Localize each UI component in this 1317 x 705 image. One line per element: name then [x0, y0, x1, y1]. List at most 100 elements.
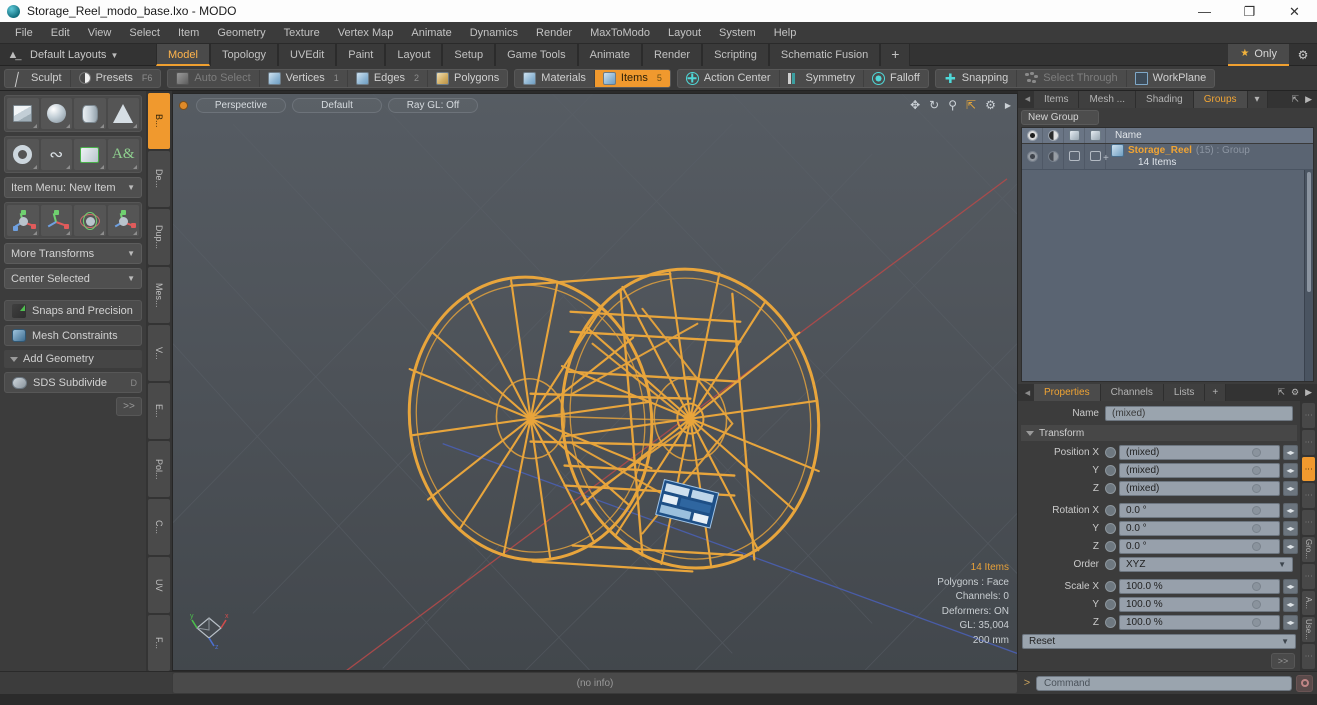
transform-tool-button[interactable]: [107, 205, 139, 236]
fit-icon[interactable]: ⇱: [966, 98, 976, 112]
menu-help[interactable]: Help: [765, 22, 806, 44]
3d-viewport[interactable]: Perspective Default Ray GL: Off ✥ ↻ ⚲ ⇱ …: [172, 93, 1018, 671]
menu-texture[interactable]: Texture: [275, 22, 329, 44]
tab-mesh[interactable]: Mesh ...: [1079, 91, 1137, 108]
move-tool-button[interactable]: [7, 205, 39, 236]
eye-icon[interactable]: [1022, 127, 1043, 143]
rotation-y-radio[interactable]: [1105, 523, 1116, 534]
tab-topology[interactable]: Topology: [209, 43, 279, 66]
panel-menu-icon[interactable]: ◀: [1021, 91, 1034, 108]
rotation-z-field[interactable]: 0.0 °: [1119, 539, 1280, 554]
items-button[interactable]: Items 5: [594, 69, 670, 87]
row-eye-toggle[interactable]: [1022, 143, 1043, 169]
keyframe-dot-icon[interactable]: [1252, 600, 1261, 609]
menu-select[interactable]: Select: [120, 22, 169, 44]
home-icon[interactable]: ▲̲: [0, 44, 26, 66]
scale-x-field[interactable]: 100.0 %: [1119, 579, 1280, 594]
menu-view[interactable]: View: [79, 22, 121, 44]
left-panel-more-button[interactable]: >>: [116, 397, 142, 416]
keyframe-dot-icon[interactable]: [1252, 466, 1261, 475]
sphere-primitive-button[interactable]: [40, 98, 72, 129]
only-toggle-button[interactable]: ★ Only: [1228, 43, 1289, 66]
gear-icon[interactable]: ⚙: [985, 98, 996, 112]
more-transforms-dropdown[interactable]: More Transforms ▼: [4, 243, 142, 264]
tab-scripting[interactable]: Scripting: [702, 43, 769, 66]
vtab-mesh[interactable]: Mes...: [148, 267, 170, 323]
mesh-constraints-button[interactable]: Mesh Constraints: [4, 325, 142, 346]
add-geometry-section[interactable]: Add Geometry: [4, 350, 142, 368]
presets-button[interactable]: Presets F6: [71, 70, 161, 87]
tab-setup[interactable]: Setup: [442, 43, 496, 66]
select-through-button[interactable]: Select Through: [1017, 69, 1127, 87]
scale-z-stepper[interactable]: ◂▸: [1283, 615, 1298, 630]
rotation-x-radio[interactable]: [1105, 505, 1116, 516]
menu-maxtomodo[interactable]: MaxToModo: [581, 22, 659, 44]
viewport-menu-dot-icon[interactable]: [179, 100, 188, 110]
expand-icon[interactable]: ⇱: [1292, 94, 1300, 105]
position-x-radio[interactable]: [1105, 447, 1116, 458]
materials-button[interactable]: Materials: [515, 69, 595, 87]
cylinder-primitive-button[interactable]: [74, 98, 106, 129]
vtab-edge[interactable]: E...: [148, 383, 170, 439]
rvtab-9[interactable]: ⋮: [1302, 644, 1315, 669]
action-center-button[interactable]: Action Center: [678, 69, 780, 87]
close-button[interactable]: ✕: [1272, 0, 1317, 22]
scale-z-field[interactable]: 100.0 %: [1119, 615, 1280, 630]
rotation-y-stepper[interactable]: ◂▸: [1283, 521, 1298, 536]
snaps-and-precision-button[interactable]: Snaps and Precision: [4, 300, 142, 321]
position-y-radio[interactable]: [1105, 465, 1116, 476]
tab-channels[interactable]: Channels: [1100, 384, 1164, 401]
sds-subdivide-button[interactable]: SDS Subdivide D: [4, 372, 142, 393]
viewport-raygl-selector[interactable]: Ray GL: Off: [388, 97, 478, 113]
vtab-basic[interactable]: B...: [148, 93, 170, 149]
position-x-field[interactable]: (mixed): [1119, 445, 1280, 460]
center-selected-dropdown[interactable]: Center Selected ▼: [4, 268, 142, 289]
rvtab-4[interactable]: ⋮: [1302, 510, 1315, 535]
render-icon[interactable]: [1043, 127, 1064, 143]
rotation-z-radio[interactable]: [1105, 541, 1116, 552]
text-primitive-button[interactable]: A&: [107, 139, 139, 170]
tab-layout[interactable]: Layout: [385, 43, 443, 66]
gear-icon[interactable]: ⚙: [1291, 387, 1299, 398]
snapping-button[interactable]: ✚ Snapping: [936, 69, 1018, 87]
properties-more-button[interactable]: >>: [1271, 653, 1295, 669]
cone-primitive-button[interactable]: [107, 98, 139, 129]
menu-system[interactable]: System: [710, 22, 765, 44]
viewport-projection-selector[interactable]: Perspective: [196, 97, 286, 113]
keyframe-dot-icon[interactable]: [1252, 542, 1261, 551]
tab-properties[interactable]: Properties: [1034, 384, 1101, 401]
maximize-button[interactable]: ❐: [1227, 0, 1272, 22]
position-x-stepper[interactable]: ◂▸: [1283, 445, 1298, 460]
transform-section-header[interactable]: Transform: [1021, 425, 1297, 441]
vtab-polygon[interactable]: Pol...: [148, 441, 170, 497]
position-z-field[interactable]: (mixed): [1119, 481, 1280, 496]
scale-tool-button[interactable]: [40, 205, 72, 236]
scale-y-field[interactable]: 100.0 %: [1119, 597, 1280, 612]
keyframe-dot-icon[interactable]: [1252, 618, 1261, 627]
menu-dynamics[interactable]: Dynamics: [461, 22, 527, 44]
vtab-deform[interactable]: De...: [148, 151, 170, 207]
edges-button[interactable]: Edges 2: [348, 69, 429, 87]
menu-geometry[interactable]: Geometry: [208, 22, 274, 44]
position-y-field[interactable]: (mixed): [1119, 463, 1280, 478]
tab-shading[interactable]: Shading: [1136, 91, 1194, 108]
rvtab-6[interactable]: ⋮: [1302, 563, 1315, 589]
vtab-curve[interactable]: C...: [148, 499, 170, 555]
position-z-radio[interactable]: [1105, 483, 1116, 494]
keyframe-dot-icon[interactable]: [1252, 506, 1261, 515]
layout-selector[interactable]: Default Layouts ▼: [26, 44, 156, 66]
rotation-x-field[interactable]: 0.0 °: [1119, 503, 1280, 518]
reset-dropdown[interactable]: Reset ▼: [1022, 634, 1296, 649]
table-row[interactable]: + Storage_Reel (15) : Group 14 Items: [1022, 143, 1313, 170]
vtab-fusion[interactable]: F...: [148, 615, 170, 671]
name-field[interactable]: (mixed): [1105, 406, 1293, 421]
row-shade-toggle[interactable]: [1064, 143, 1085, 169]
keyframe-dot-icon[interactable]: [1252, 524, 1261, 533]
tab-uvedit[interactable]: UVEdit: [278, 43, 337, 66]
rvtab-2-active[interactable]: ⋮: [1302, 456, 1315, 482]
scale-z-radio[interactable]: [1105, 617, 1116, 628]
tab-model[interactable]: Model: [156, 43, 210, 66]
tab-groups[interactable]: Groups: [1193, 91, 1248, 108]
torus-primitive-button[interactable]: [7, 139, 39, 170]
tree-scrollbar[interactable]: [1304, 169, 1313, 382]
